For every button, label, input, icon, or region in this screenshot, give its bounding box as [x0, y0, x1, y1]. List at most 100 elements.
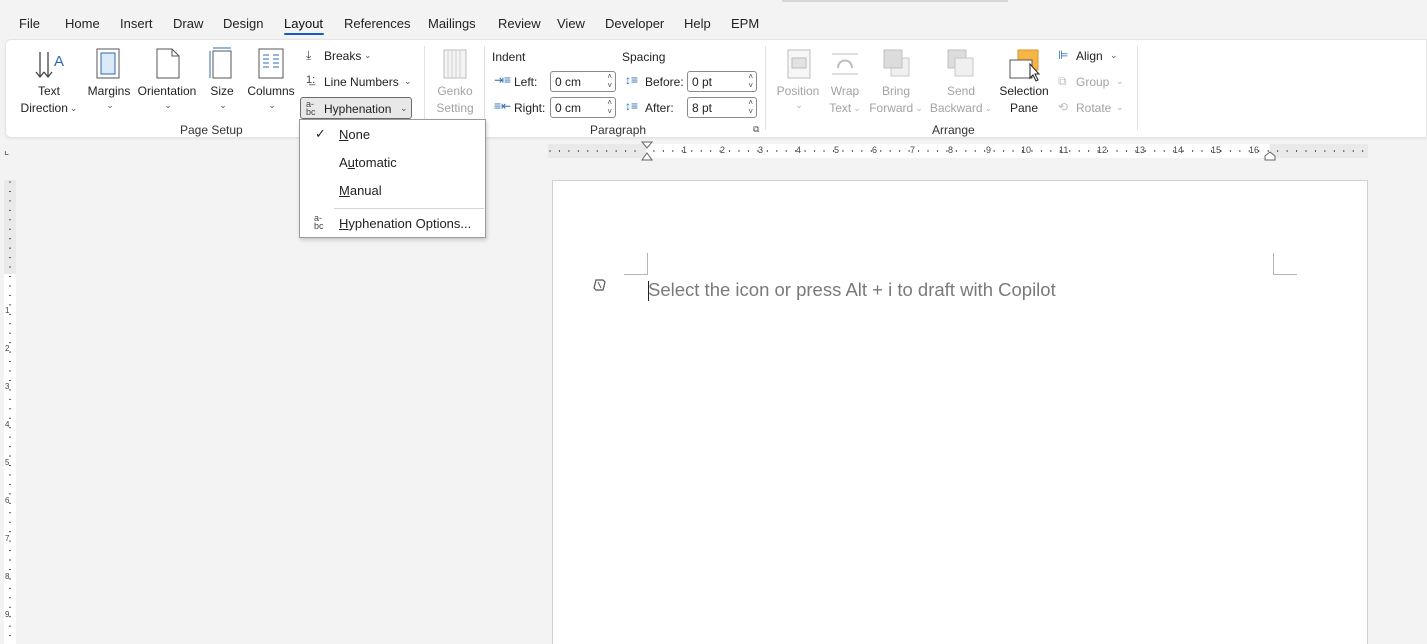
spinner-arrows-icon: ˄ ˅ [748, 98, 753, 116]
ruler-number: 7 [5, 534, 10, 543]
chevron-down-icon: ⌄ [915, 103, 923, 113]
menu-item-hyphenation-options[interactable]: a-bc Hyphenation Options... [301, 210, 486, 236]
orientation-button[interactable]: Orientation ⌄ [134, 44, 200, 116]
spacing-before-icon: ↕≡ [625, 73, 639, 87]
ruler-number: 16 [1249, 145, 1260, 155]
text-direction-label-1: Text [37, 84, 60, 98]
separator [424, 46, 425, 130]
indent-label: Indent [492, 50, 526, 64]
ruler-number: 10 [1021, 145, 1032, 155]
ruler-number: 9 [5, 610, 10, 619]
menu-item-manual[interactable]: Manual [301, 177, 486, 203]
ruler-number: 9 [986, 145, 992, 155]
selection-pane-button[interactable]: Selection Pane [996, 44, 1052, 116]
ruler-number: 14 [1173, 145, 1184, 155]
send-backward-button[interactable]: Send Backward ⌄ [926, 44, 996, 116]
hyphenation-menu: ✓ None Automatic Manual a-bc Hyphenation… [299, 119, 486, 238]
active-tab-indicator [284, 33, 324, 35]
tab-selector-icon[interactable]: ⌞ [4, 144, 9, 157]
hyphenation-icon: a-bc [306, 99, 316, 117]
indent-right-icon: ≡⇤ [494, 99, 512, 113]
ruler-number: 12 [1097, 145, 1108, 155]
spacing-after-input[interactable]: 8 pt ˄ ˅ [687, 97, 757, 118]
copilot-icon[interactable] [591, 277, 609, 293]
wrap-text-button[interactable]: Wrap Text ⌄ [826, 44, 864, 116]
genko-setting-button[interactable]: Genko Setting [430, 44, 480, 116]
text-direction-button[interactable]: A Text Direction ⌄ [14, 44, 84, 116]
separator [1137, 46, 1138, 130]
chevron-down-icon: ⌄ [1116, 76, 1124, 86]
ruler-number: 1 [5, 306, 10, 315]
line-numbers-button[interactable]: 1̲: Line Numbers ⌄ [302, 72, 412, 92]
tab-developer[interactable]: Developer [605, 16, 664, 31]
tab-draw[interactable]: Draw [173, 16, 203, 31]
hyphenation-button[interactable]: a-bc Hyphenation ⌄ [300, 97, 412, 119]
breaks-button[interactable]: ⤓ Breaks ⌄ [302, 46, 384, 66]
tab-review[interactable]: Review [498, 16, 541, 31]
send-backward-icon [947, 49, 974, 77]
line-numbers-icon: 1̲: [306, 74, 316, 86]
spacing-before-input[interactable]: 0 pt ˄ ˅ [687, 71, 757, 92]
tab-view[interactable]: View [557, 16, 585, 31]
copilot-placeholder[interactable]: Select the icon or press Alt + i to draf… [648, 279, 1056, 301]
bring-forward-button[interactable]: Bring Forward ⌄ [866, 44, 926, 116]
columns-icon [258, 48, 284, 79]
chevron-down-icon: ⌄ [984, 103, 993, 113]
genko-icon [443, 49, 467, 79]
chevron-down-icon: ⌄ [400, 103, 408, 113]
menu-item-automatic[interactable]: Automatic [301, 149, 486, 175]
group-label-arrange: Arrange [932, 123, 975, 137]
chevron-down-icon: ⌄ [69, 103, 78, 113]
text-direction-icon: A [35, 52, 64, 79]
ruler-number: 1 [682, 145, 688, 155]
ruler-number: 8 [5, 572, 10, 581]
ruler-number: 6 [5, 496, 10, 505]
margins-button[interactable]: Margins ⌄ [84, 44, 134, 116]
hyphenation-icon: a-bc [314, 213, 324, 231]
ruler-number: 2 [720, 145, 726, 155]
tab-epm[interactable]: EPM [731, 16, 759, 31]
check-icon: ✓ [315, 126, 326, 141]
tab-design[interactable]: Design [223, 16, 263, 31]
title-bar-edge [782, 0, 1008, 2]
text-direction-label-2: Direction ⌄ [20, 101, 78, 115]
ribbon: A Text Direction ⌄ Margins ⌄ Orientation … [5, 39, 1427, 138]
menu-item-none[interactable]: ✓ None [301, 121, 486, 147]
group-button[interactable]: ⧉ Group ⌄ [1056, 72, 1126, 92]
margin-corner-mark [624, 253, 648, 275]
spinner-arrows-icon: ˄ ˅ [748, 72, 753, 90]
chevron-down-icon: ⌄ [164, 100, 172, 110]
size-button[interactable]: Size ⌄ [202, 44, 242, 116]
tab-references[interactable]: References [344, 16, 410, 31]
tab-file[interactable]: File [19, 16, 40, 31]
horizontal-ruler[interactable]: ⌞ 1 2 3 4 5 6 7 8 9 10 11 12 13 14 15 16 [0, 140, 1427, 162]
position-icon [787, 49, 811, 79]
tab-insert[interactable]: Insert [120, 16, 153, 31]
document-page[interactable]: Select the icon or press Alt + i to draf… [552, 180, 1368, 644]
indent-right-input[interactable]: 0 cm ˄ ˅ [550, 97, 616, 118]
chevron-down-icon: ⌄ [106, 100, 114, 110]
columns-button[interactable]: Columns ⌄ [242, 44, 300, 116]
ruler-number: 2 [5, 344, 10, 353]
tab-layout[interactable]: Layout [284, 16, 323, 31]
tab-help[interactable]: Help [684, 16, 711, 31]
ruler-number: 5 [5, 458, 10, 467]
tab-mailings[interactable]: Mailings [428, 16, 476, 31]
ruler-number: 4 [5, 420, 10, 429]
ruler-number: 4 [796, 145, 802, 155]
align-button[interactable]: ⊫ Align ⌄ [1056, 46, 1126, 66]
ruler-number: 13 [1135, 145, 1146, 155]
group-label-paragraph: Paragraph [590, 123, 647, 137]
position-button[interactable]: Position ⌄ [770, 44, 826, 116]
size-icon [209, 47, 232, 79]
vertical-ruler[interactable]: 1 2 3 4 5 6 7 8 9 [0, 162, 20, 644]
selection-pane-icon [1009, 49, 1041, 82]
spinner-arrows-icon: ˄ ˅ [607, 72, 612, 90]
tab-home[interactable]: Home [65, 16, 100, 31]
rotate-icon: ⟲ [1058, 100, 1069, 114]
rotate-button[interactable]: ⟲ Rotate ⌄ [1056, 98, 1126, 118]
dialog-launcher-icon[interactable]: ⧉ [753, 124, 759, 135]
margins-icon [96, 48, 120, 79]
spacing-after-icon: ↕≡ [625, 99, 639, 113]
indent-left-input[interactable]: 0 cm ˄ ˅ [550, 71, 616, 92]
